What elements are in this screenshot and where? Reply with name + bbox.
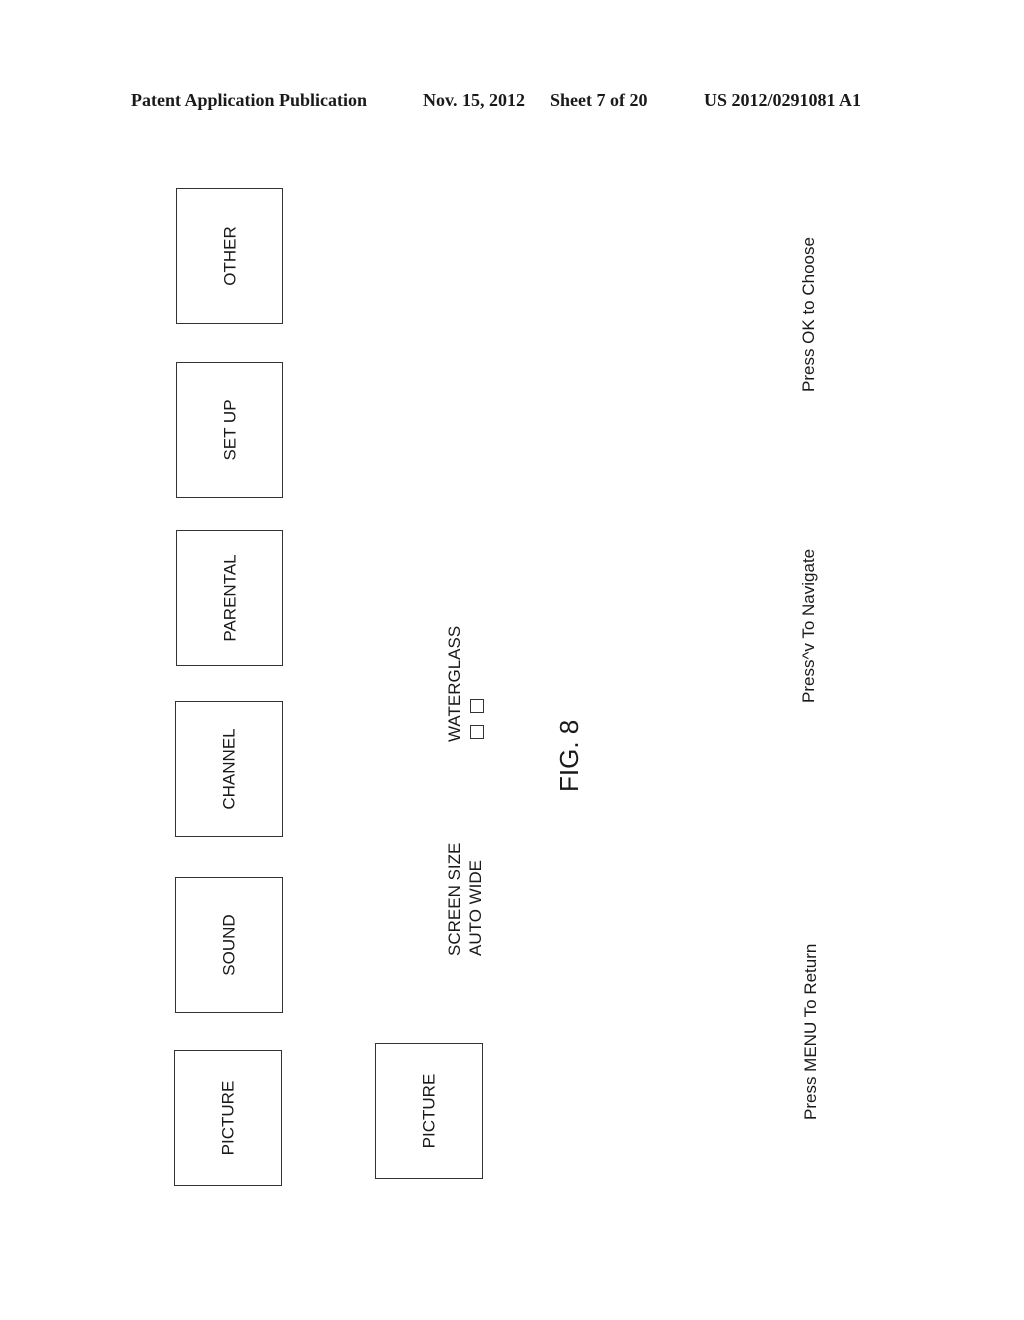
tab-sound[interactable]: SOUND xyxy=(175,877,283,1013)
tab-parental[interactable]: PARENTAL xyxy=(176,530,283,666)
tab-other-label: OTHER xyxy=(220,226,239,286)
tab-set-up-label: SET UP xyxy=(220,399,239,461)
waterglass-checkbox-2[interactable] xyxy=(470,699,484,713)
header-sheet: Sheet 7 of 20 xyxy=(550,90,648,110)
tab-picture-label: PICTURE xyxy=(218,1080,238,1156)
submenu-picture-label: PICTURE xyxy=(419,1073,439,1149)
tab-channel[interactable]: CHANNEL xyxy=(175,701,283,837)
hint-navigate: Press^v To Navigate xyxy=(799,548,818,703)
header-date: Nov. 15, 2012 xyxy=(423,90,526,110)
hint-return: Press MENU To Return xyxy=(801,943,820,1120)
tab-picture[interactable]: PICTURE xyxy=(174,1050,282,1186)
screen-size-value[interactable]: AUTO WIDE xyxy=(466,860,485,956)
figure-label: FIG. 8 xyxy=(554,719,584,792)
waterglass-checkbox-1[interactable] xyxy=(470,725,484,739)
header-number: US 2012/0291081 A1 xyxy=(704,90,862,110)
hint-choose: Press OK to Choose xyxy=(799,237,818,392)
tab-sound-label: SOUND xyxy=(219,914,239,976)
header-publication: Patent Application Publication xyxy=(131,90,368,110)
waterglass-label: WATERGLASS xyxy=(445,625,464,742)
tab-set-up[interactable]: SET UP xyxy=(176,362,283,498)
submenu-picture-button[interactable]: PICTURE xyxy=(375,1043,483,1179)
screen-size-label: SCREEN SIZE xyxy=(445,842,464,956)
tab-channel-label: CHANNEL xyxy=(219,728,239,810)
tab-other[interactable]: OTHER xyxy=(176,188,283,324)
tab-parental-label: PARENTAL xyxy=(220,554,239,642)
